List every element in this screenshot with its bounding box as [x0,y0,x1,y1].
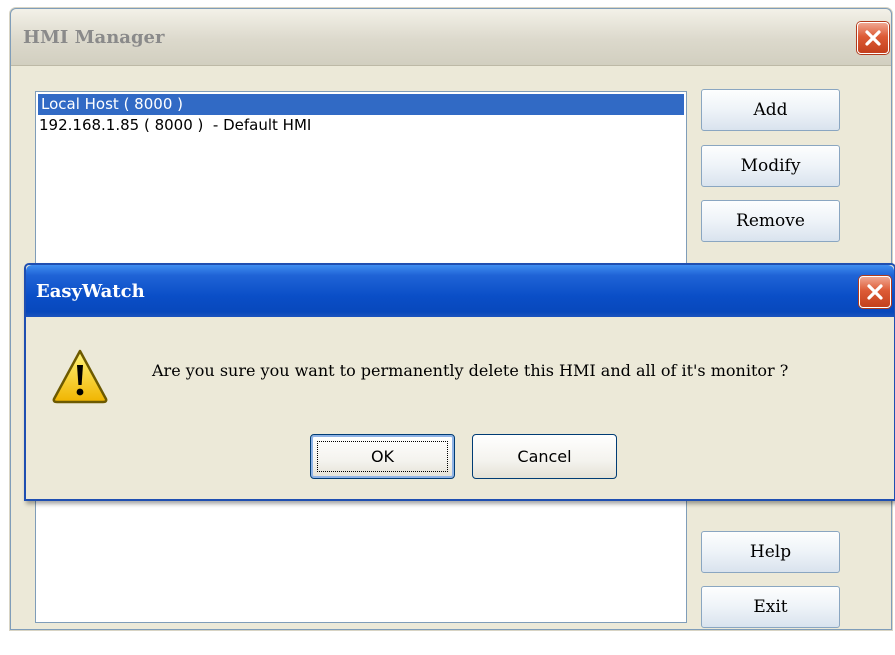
close-icon[interactable] [859,276,891,308]
help-button[interactable]: Help [701,531,840,573]
add-button[interactable]: Add [701,89,840,131]
hmi-manager-titlebar[interactable]: HMI Manager [11,9,891,66]
easywatch-confirm-dialog: EasyWatch Are you sure you want to perma… [24,263,895,501]
dialog-message: Are you sure you want to permanently del… [152,361,789,380]
exit-button[interactable]: Exit [701,586,840,628]
dialog-titlebar[interactable]: EasyWatch [26,265,894,317]
list-item-local-host[interactable]: Local Host ( 8000 ) [38,94,684,115]
ok-button[interactable]: OK [310,434,455,479]
warning-icon [50,347,110,410]
remove-button[interactable]: Remove [701,200,840,242]
window-title: HMI Manager [23,27,165,48]
list-item-default-hmi[interactable]: 192.168.1.85 ( 8000 ) - Default HMI [36,115,686,136]
cancel-button[interactable]: Cancel [472,434,617,479]
ok-button-label: OK [317,441,448,472]
modify-button[interactable]: Modify [701,145,840,187]
close-icon[interactable] [857,22,889,54]
dialog-title: EasyWatch [36,281,145,302]
